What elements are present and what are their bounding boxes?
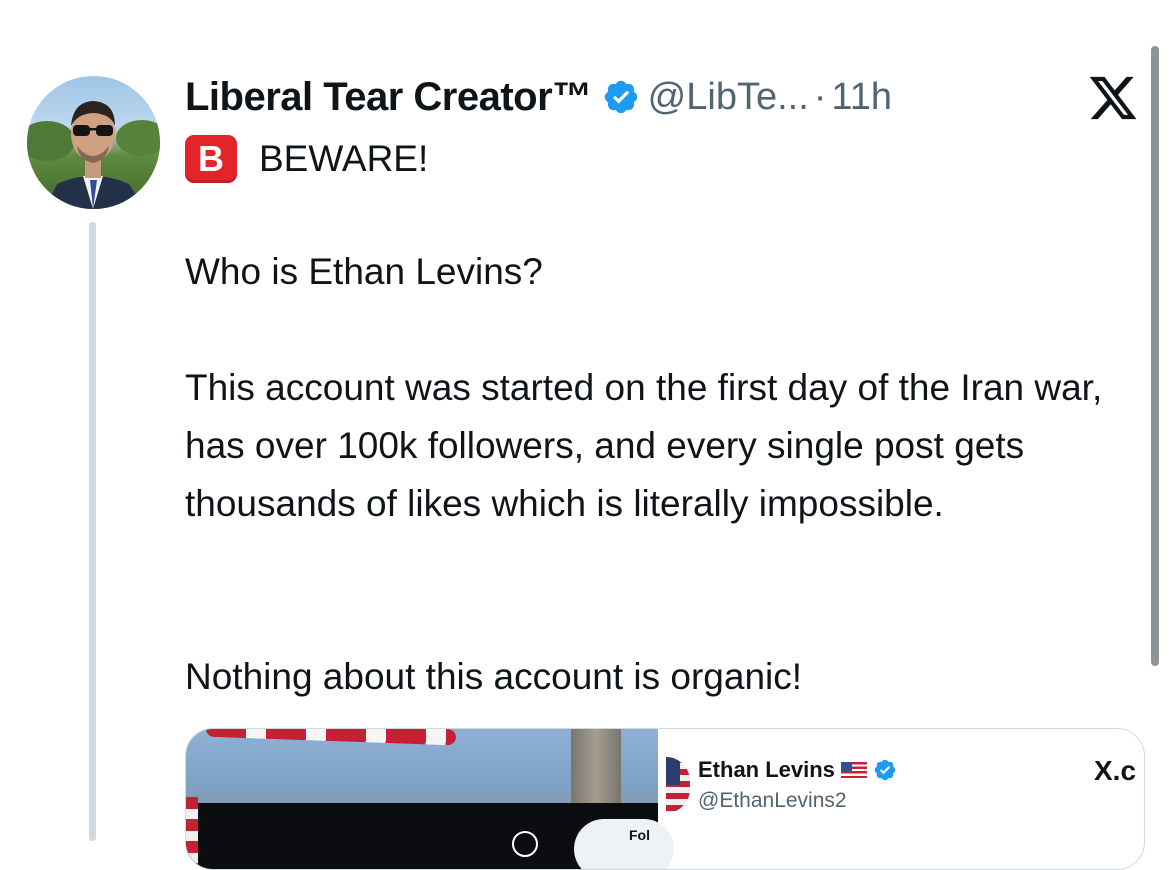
- author-name[interactable]: Liberal Tear Creator™: [185, 75, 592, 120]
- banner-flag-edge: [186, 797, 198, 867]
- thread-connector-line: [89, 222, 96, 841]
- scrollbar[interactable]: [1151, 46, 1159, 666]
- tweet-timestamp[interactable]: 11h: [831, 76, 892, 119]
- tweet-paragraph-body: This account was started on the first da…: [185, 367, 1103, 524]
- card-profile-name: Ethan Levins: [698, 757, 835, 782]
- card-profile-name-row: Ethan Levins: [698, 757, 897, 783]
- beware-text: BEWARE!: [259, 138, 429, 179]
- beware-line: B BEWARE!: [185, 134, 428, 184]
- verified-badge-icon: [874, 759, 896, 781]
- banner-flag: [205, 729, 457, 746]
- tweet-header: Liberal Tear Creator™ @LibTe... · 11h: [185, 70, 892, 124]
- b-button-emoji-icon: B: [185, 135, 237, 183]
- avatar-portrait: [27, 101, 160, 209]
- banner-pole: [571, 729, 621, 804]
- us-flag-icon: [840, 762, 867, 778]
- tweet-paragraph-closing: Nothing about this account is organic!: [185, 656, 803, 697]
- follow-button[interactable]: [574, 819, 674, 869]
- card-site-label: X.c: [1094, 755, 1137, 786]
- author-avatar[interactable]: [27, 76, 160, 209]
- tweet-paragraph-question: Who is Ethan Levins?: [185, 251, 543, 292]
- author-handle[interactable]: @LibTe...: [648, 76, 809, 119]
- header-separator: ·: [813, 75, 827, 118]
- verified-badge-icon: [604, 80, 637, 114]
- x-logo-icon: [1089, 76, 1137, 120]
- card-profile-handle: @EthanLevins2: [698, 789, 847, 812]
- embedded-profile-card[interactable]: Fol Ethan Levins @EthanLevins2 X.c: [185, 728, 1145, 870]
- card-avatar: [666, 757, 690, 813]
- search-icon[interactable]: [512, 831, 538, 857]
